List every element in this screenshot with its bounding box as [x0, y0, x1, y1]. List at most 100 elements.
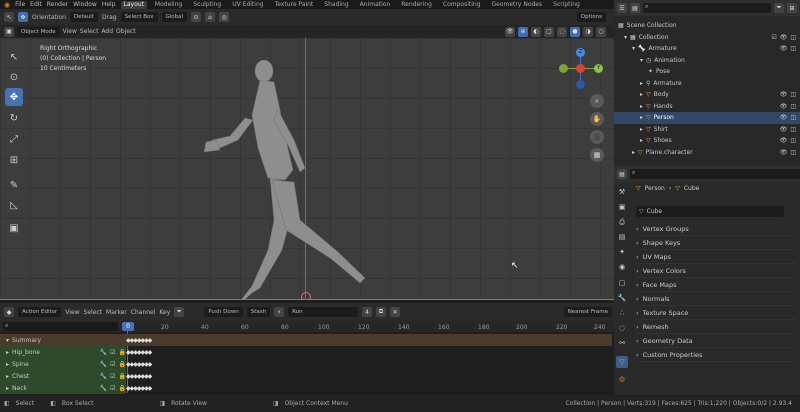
display-mode-icon[interactable]: ▤ [630, 3, 640, 13]
tool-button-measure[interactable]: ◺ [5, 196, 23, 214]
checkbox-icon[interactable]: ☑ [110, 349, 115, 356]
outliner-search[interactable]: ⌕ [643, 3, 771, 13]
outliner-item-body[interactable]: ▸ ▽ Body 👁 ◫ [614, 89, 800, 101]
lock-icon[interactable]: 🔒 [119, 349, 126, 356]
section-face-maps[interactable]: › Face Maps [636, 278, 796, 292]
tab-layout[interactable]: Layout [120, 0, 147, 9]
checkbox-icon[interactable]: ☑ [110, 373, 115, 380]
properties-type-icon[interactable]: ▤ [617, 169, 627, 179]
prop-tab-tool[interactable]: ⚒ [616, 186, 628, 198]
outliner-item-shirt[interactable]: ▸ ▽ Shirt 👁 ◫ [614, 124, 800, 136]
tl-menu-channel[interactable]: Channel [131, 309, 156, 316]
push-down-button[interactable]: Push Down [204, 307, 243, 317]
eye-icon[interactable]: 👁 [780, 34, 788, 41]
pan-icon[interactable]: ✋ [590, 112, 604, 126]
tab-modeling[interactable]: Modeling [152, 1, 185, 9]
move-tool-icon[interactable]: ✥ [18, 12, 28, 22]
outliner-type-icon[interactable]: ☰ [617, 3, 627, 13]
vp-menu-select[interactable]: Select [80, 28, 99, 35]
data-block-name[interactable]: Cube [647, 208, 663, 215]
xray-icon[interactable]: ▢ [544, 26, 554, 37]
channel-summary[interactable]: ▾ Summary [0, 334, 612, 346]
prop-tab-output[interactable]: ⎙ [616, 216, 628, 228]
material-shading-icon[interactable]: ◑ [583, 26, 593, 37]
tool-button-cursor[interactable]: ⊙ [5, 68, 23, 86]
snap-icon[interactable]: ⌂ [205, 12, 216, 22]
menu-edit[interactable]: Edit [30, 1, 42, 8]
checkbox-icon[interactable]: ☑ [771, 34, 776, 41]
camera-render-icon[interactable]: ◫ [790, 149, 796, 156]
outliner-item-plane[interactable]: ▸ ▽ Plane.character 👁 ◫ [614, 147, 800, 159]
prop-tab-scene[interactable]: ✦ [616, 246, 628, 258]
channel-row[interactable]: ▸ Hip_bone 🔧 ☑ 🔒 [0, 346, 126, 358]
camera-render-icon[interactable]: ◫ [790, 137, 796, 144]
new-collection-icon[interactable]: ⊞ [787, 3, 797, 13]
channel-row[interactable]: ▸ Spine 🔧 ☑ 🔒 [0, 358, 126, 370]
outliner-item-armature[interactable]: ▾ 🦴 Armature 👁 ◫ [614, 43, 800, 55]
camera-render-icon[interactable]: ◫ [790, 91, 796, 98]
keyframes-row[interactable]: ◆◆◆◆◆◆◆ [126, 373, 152, 385]
channel-search-field[interactable]: ⌕ [3, 322, 118, 331]
expand-icon[interactable]: ▾ [6, 337, 9, 344]
snapping-dropdown[interactable]: Nearest Frame [563, 307, 612, 317]
tl-menu-marker[interactable]: Marker [106, 309, 127, 316]
camera-render-icon[interactable]: ◫ [790, 103, 796, 110]
expand-icon[interactable]: ▸ [640, 103, 643, 110]
gizmo-toggle-icon[interactable]: ⊕ [518, 26, 528, 37]
expand-icon[interactable]: ▾ [624, 34, 627, 41]
section-normals[interactable]: › Normals [636, 292, 796, 306]
eye-icon[interactable]: 👁 [780, 126, 788, 133]
outliner-item-hands[interactable]: ▸ ▽ Hands 👁 ◫ [614, 101, 800, 113]
camera-render-icon[interactable]: ◫ [790, 126, 796, 133]
eye-icon[interactable]: 👁 [780, 91, 788, 98]
eye-icon[interactable]: 👁 [780, 45, 788, 52]
eye-icon[interactable]: 👁 [780, 114, 788, 121]
expand-icon[interactable]: ▸ [6, 385, 9, 392]
vp-menu-object[interactable]: Object [116, 28, 136, 35]
prop-tab-material[interactable]: ◍ [616, 373, 628, 385]
visibility-icon[interactable]: 👁 [505, 26, 515, 37]
transform-orientation-dropdown[interactable]: Global [161, 12, 188, 22]
expand-icon[interactable]: ▸ [632, 149, 635, 156]
3d-viewport[interactable]: ↖ ⊙ ✥ ↻ ⤢ ⊞ ✎ ◺ ▣ Right Orthographic (0)… [0, 38, 614, 300]
wrench-icon[interactable]: 🔧 [100, 373, 107, 380]
expand-icon[interactable]: ▸ [640, 91, 643, 98]
proportional-icon[interactable]: ◎ [219, 12, 230, 22]
menu-file[interactable]: File [15, 1, 25, 8]
blender-logo-icon[interactable]: ◉ [4, 1, 10, 9]
gizmo-z-top[interactable]: Z [576, 48, 585, 57]
lock-icon[interactable]: 🔒 [119, 373, 126, 380]
menu-help[interactable]: Help [102, 1, 116, 8]
tl-menu-view[interactable]: View [65, 309, 79, 316]
channel-row[interactable]: ▸ Chest 🔧 ☑ 🔒 [0, 370, 126, 382]
section-shape-keys[interactable]: › Shape Keys [636, 236, 796, 250]
editor-mode-dropdown[interactable]: Action Editor [18, 307, 62, 317]
filter-icon[interactable]: ⏷ [174, 307, 185, 317]
lock-icon[interactable]: 🔒 [119, 385, 126, 392]
expand-icon[interactable]: ▸ [640, 137, 643, 144]
tl-menu-key[interactable]: Key [159, 309, 170, 316]
expand-icon[interactable]: ▸ [640, 126, 643, 133]
mode-dropdown[interactable]: Object Mode [17, 26, 60, 37]
section-geometry-data[interactable]: › Geometry Data [636, 334, 796, 348]
tab-compositing[interactable]: Compositing [440, 1, 484, 9]
data-block-selector[interactable]: ▽ Cube [636, 206, 784, 217]
outliner-filter-icon[interactable]: ⏷ [774, 3, 784, 13]
lock-icon[interactable]: 🔒 [119, 361, 126, 368]
pivot-icon[interactable]: ⊙ [191, 12, 202, 22]
wireframe-shading-icon[interactable]: ◌ [557, 26, 567, 37]
wrench-icon[interactable]: 🔧 [100, 385, 107, 392]
unlink-action-icon[interactable]: ✕ [390, 307, 401, 317]
tool-button-annotate[interactable]: ✎ [5, 176, 23, 194]
outliner-item-animation[interactable]: ▾ ◷ Animation [614, 55, 800, 67]
outliner-item-pose[interactable]: ✦ Pose [614, 66, 800, 78]
gizmo-y-right[interactable]: Y [594, 64, 603, 73]
tool-button-rotate[interactable]: ↻ [5, 109, 23, 127]
section-vertex-groups[interactable]: › Vertex Groups [636, 222, 796, 236]
expand-icon[interactable]: ▸ [6, 373, 9, 380]
select-tool-icon[interactable]: ↖ [4, 12, 14, 22]
eye-icon[interactable]: 👁 [780, 149, 788, 156]
tab-animation[interactable]: Animation [357, 1, 394, 9]
tool-button-add-cube[interactable]: ▣ [5, 219, 23, 237]
navigation-gizmo[interactable]: Y Z [556, 48, 606, 89]
